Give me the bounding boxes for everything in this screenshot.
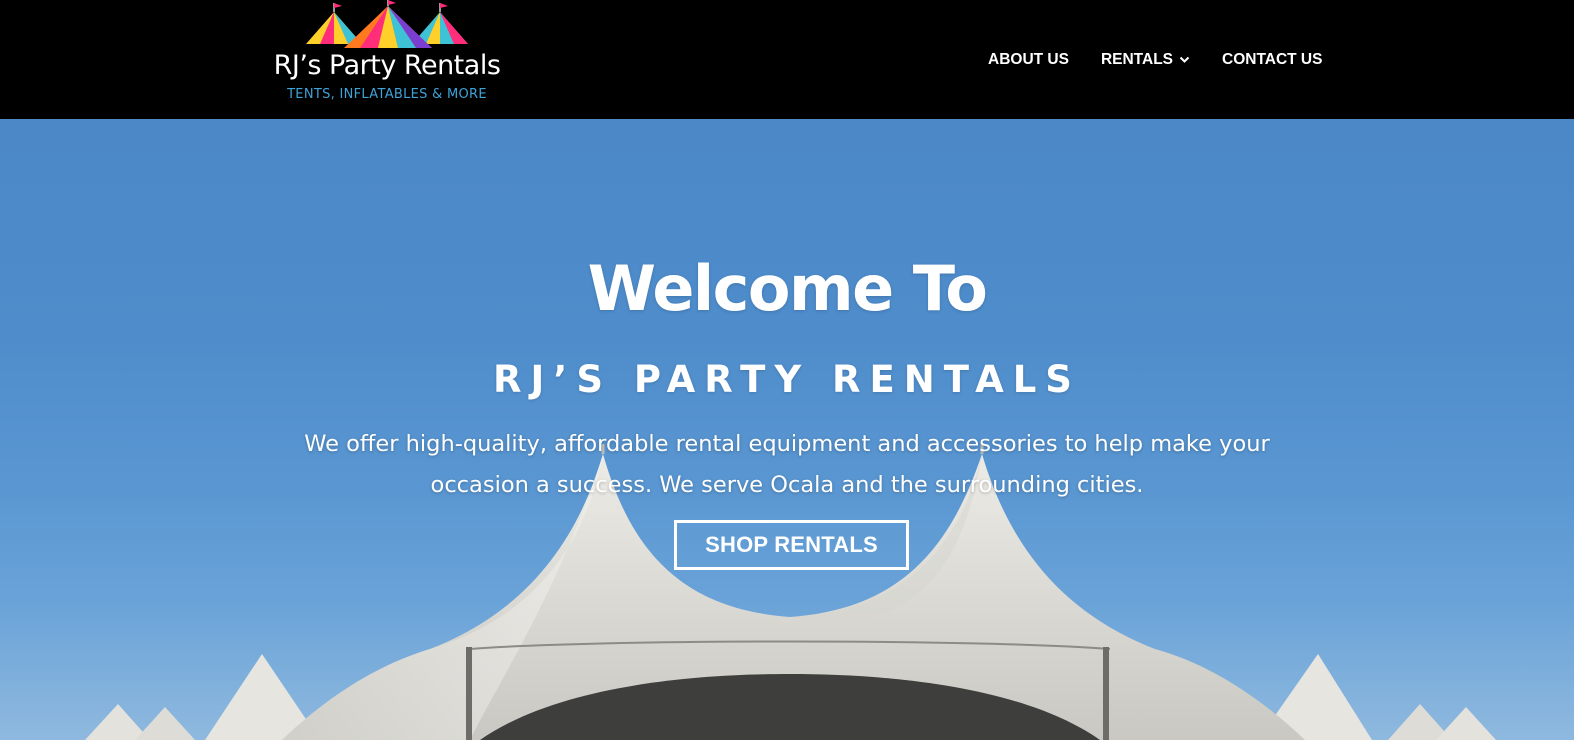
logo-tagline: TENTS, INFLATABLES & MORE bbox=[287, 87, 487, 102]
tent-logo-icon bbox=[306, 0, 468, 48]
hero-description-line-2: occasion a success. We serve Ocala and t… bbox=[430, 472, 1144, 498]
hero-brand-name: RJ’S PARTY RENTALS bbox=[493, 358, 1081, 401]
chevron-down-icon bbox=[1179, 56, 1190, 63]
shop-rentals-button[interactable]: SHOP RENTALS bbox=[674, 520, 909, 570]
hero-description-line-1: We offer high-quality, affordable rental… bbox=[304, 431, 1270, 457]
site-header: RJ’s Party Rentals TENTS, INFLATABLES & … bbox=[0, 0, 1574, 119]
site-logo[interactable]: RJ’s Party Rentals TENTS, INFLATABLES & … bbox=[262, 0, 512, 110]
nav-contact-us[interactable]: CONTACT US bbox=[1222, 51, 1322, 69]
hero-section: Welcome To RJ’S PARTY RENTALS We offer h… bbox=[0, 119, 1574, 740]
logo-title: RJ’s Party Rentals bbox=[273, 50, 501, 81]
nav-rentals-label: RENTALS bbox=[1100, 51, 1173, 68]
nav-about-us[interactable]: ABOUT US bbox=[988, 51, 1069, 69]
main-nav: ABOUT US RENTALS CONTACT US bbox=[988, 48, 1322, 72]
nav-rentals[interactable]: RENTALS bbox=[1101, 51, 1190, 69]
hero-heading: Welcome To bbox=[587, 252, 988, 325]
hero-description: We offer high-quality, affordable rental… bbox=[287, 424, 1287, 506]
